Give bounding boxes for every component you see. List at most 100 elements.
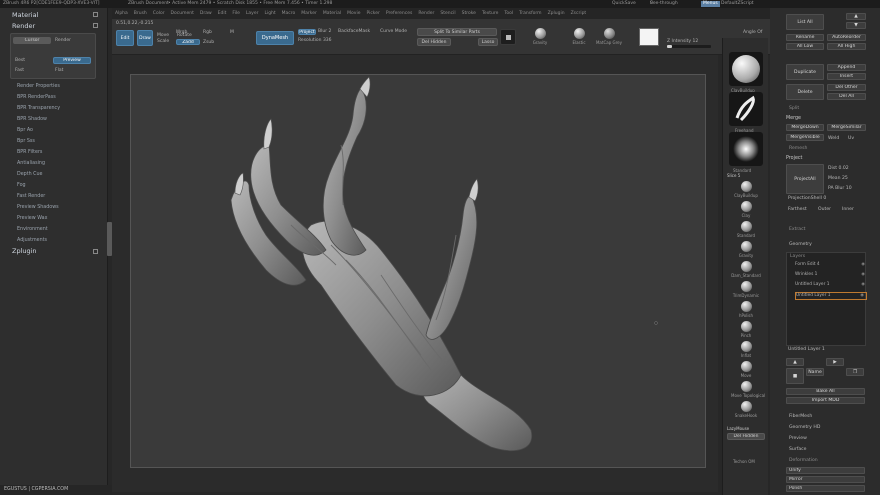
render-subpalette-environment[interactable]: Environment <box>17 227 48 232</box>
del-all-button[interactable]: Del All <box>827 93 866 100</box>
document-canvas[interactable] <box>130 74 706 468</box>
project-button[interactable]: Project <box>298 29 316 35</box>
menu-draw[interactable]: Draw <box>200 8 212 19</box>
surface-section[interactable]: Surface <box>789 447 807 452</box>
layer-next-button[interactable]: ▶ <box>826 358 844 366</box>
geometry-hd-section[interactable]: Geometry HD <box>789 425 820 430</box>
merge-similar-button[interactable]: MergeSimilar <box>827 124 866 131</box>
rename-button[interactable]: Rename <box>786 34 824 41</box>
brush-snakehook[interactable]: SnakeHook <box>731 401 761 418</box>
default-zscript[interactable]: DefaultZScript <box>721 0 754 8</box>
render-subpalette-render-properties[interactable]: Render Properties <box>17 84 60 89</box>
uv-button[interactable]: Uv <box>848 136 854 141</box>
render-subpalette-bpr-sss[interactable]: Bpr Sss <box>17 139 35 144</box>
z-intensity-slider[interactable] <box>667 45 711 48</box>
render-subpalette-bpr-filters[interactable]: BPR Filters <box>17 150 42 155</box>
del-hidden-button[interactable]: Del Hidden <box>417 38 451 46</box>
arrow-down-button[interactable]: ▼ <box>846 22 866 29</box>
stroke-stop-button[interactable] <box>500 29 516 45</box>
render-button[interactable]: Render <box>55 38 71 43</box>
menu-file[interactable]: File <box>232 8 240 19</box>
menu-document[interactable]: Document <box>171 8 194 19</box>
render-subpalette-preview-shadows[interactable]: Preview Shadows <box>17 205 59 210</box>
deformation-section[interactable]: Deformation <box>789 458 818 463</box>
projection-shell-slider[interactable]: ProjectionShell 0 <box>788 196 826 201</box>
menu-render[interactable]: Render <box>418 8 434 19</box>
menu-texture[interactable]: Texture <box>482 8 498 19</box>
zplugin-popout-icon[interactable] <box>93 249 98 254</box>
import-mdd-button[interactable]: Import MDD <box>786 397 865 404</box>
delete-button[interactable]: Delete <box>786 84 824 100</box>
all-low-button[interactable]: All Low <box>786 43 824 50</box>
render-subpalette-bpr-shadow[interactable]: BPR Shadow <box>17 117 47 122</box>
menu-zscript[interactable]: Zscript <box>571 8 587 19</box>
insert-button[interactable]: Insert <box>827 73 866 80</box>
brush-dam-standard[interactable]: Dam_Standard <box>731 261 761 278</box>
autoreorder-button[interactable]: AutoReorder <box>827 34 866 41</box>
brush-pinch[interactable]: Pinch <box>731 321 761 338</box>
menu-light[interactable]: Light <box>264 8 275 19</box>
layer-row[interactable]: Untitled Layer 1 ◉ <box>795 282 867 288</box>
merge-visible-button[interactable]: MergeVisible <box>786 134 824 141</box>
layer-record-button[interactable]: ■ <box>786 368 804 384</box>
menu-layer[interactable]: Layer <box>246 8 259 19</box>
zsub-button[interactable]: Zsub <box>203 40 214 45</box>
del-hidden-tool-button[interactable]: Del Hidden <box>727 433 765 440</box>
project-section[interactable]: Project <box>786 156 802 161</box>
fibermesh-section[interactable]: FiberMesh <box>789 414 812 419</box>
brush-claybuildup[interactable]: ClayBuildup <box>731 181 761 198</box>
layer-row[interactable]: Wrinkles 1 ◉ <box>795 272 867 278</box>
main-color-swatch[interactable] <box>639 28 659 46</box>
farthest-button[interactable]: Farthest <box>788 207 807 212</box>
unify-slider[interactable]: Unify <box>786 467 865 474</box>
geometry-section[interactable]: Geometry <box>789 242 812 247</box>
render-subpalette-preview-wax[interactable]: Preview Wax <box>17 216 47 221</box>
resolution-slider[interactable]: Resolution 336 <box>298 38 332 43</box>
menu-picker[interactable]: Picker <box>366 8 379 19</box>
menu-stroke[interactable]: Stroke <box>462 8 476 19</box>
all-high-button[interactable]: All High <box>827 43 866 50</box>
menu-brush[interactable]: Brush <box>134 8 147 19</box>
menus-toggle[interactable]: Menus <box>701 1 720 7</box>
menu-marker[interactable]: Marker <box>301 8 317 19</box>
edit-button[interactable]: Edit <box>116 30 134 46</box>
elastic-brush-button[interactable]: Elastic <box>564 28 594 45</box>
layers-header[interactable]: Layers <box>790 254 805 259</box>
brush-clay[interactable]: Clay <box>731 201 761 218</box>
scale-button[interactable]: Scale <box>157 39 169 44</box>
brush-move-topological[interactable]: Move Topological <box>731 381 765 398</box>
pa-blur-slider[interactable]: PA Blur 10 <box>828 186 852 191</box>
duplicate-button[interactable]: Duplicate <box>786 64 824 80</box>
mean-slider[interactable]: Mean 25 <box>828 176 848 181</box>
material-popout-icon[interactable] <box>93 12 98 17</box>
menu-stencil[interactable]: Stencil <box>440 8 455 19</box>
weld-button[interactable]: Weld <box>828 136 839 141</box>
brush-move[interactable]: Move <box>731 361 761 378</box>
move-button[interactable]: Move <box>157 33 169 38</box>
render-subpalette-bpr-transparency[interactable]: BPR Transparency <box>17 106 60 111</box>
menu-material[interactable]: Material <box>323 8 341 19</box>
render-subpalette-fast-render[interactable]: Fast Render <box>17 194 45 199</box>
list-all-button[interactable]: List All <box>786 14 824 30</box>
merge-down-button[interactable]: MergeDown <box>786 124 824 131</box>
zplugin-palette-header[interactable]: Zplugin <box>12 247 37 255</box>
split-section[interactable]: Split <box>789 106 799 111</box>
brush-inflat[interactable]: Inflat <box>731 341 761 358</box>
render-popout-icon[interactable] <box>93 23 98 28</box>
menu-edit[interactable]: Edit <box>218 8 227 19</box>
rgb-button[interactable]: Rgb <box>203 30 212 35</box>
blur-slider[interactable]: Blur 2 <box>318 29 331 34</box>
brush-trimdynamic[interactable]: TrimDynamic <box>731 281 761 298</box>
project-all-button[interactable]: ProjectAll <box>786 164 824 194</box>
menu-color[interactable]: Color <box>153 8 165 19</box>
lasso-button[interactable]: Lasso <box>478 38 498 46</box>
bake-all-button[interactable]: Bake All <box>786 388 865 395</box>
current-brush-thumb[interactable] <box>729 52 763 86</box>
layer-row[interactable]: Untitled Layer 1 ◉ <box>795 292 867 300</box>
alpha-thumb[interactable] <box>729 132 763 166</box>
mrgb-button[interactable]: Mrgb <box>176 30 187 35</box>
preview-section[interactable]: Preview <box>789 436 807 441</box>
menu-macro[interactable]: Macro <box>282 8 296 19</box>
remesh-section[interactable]: Remesh <box>789 146 807 151</box>
menu-alpha[interactable]: Alpha <box>115 8 128 19</box>
